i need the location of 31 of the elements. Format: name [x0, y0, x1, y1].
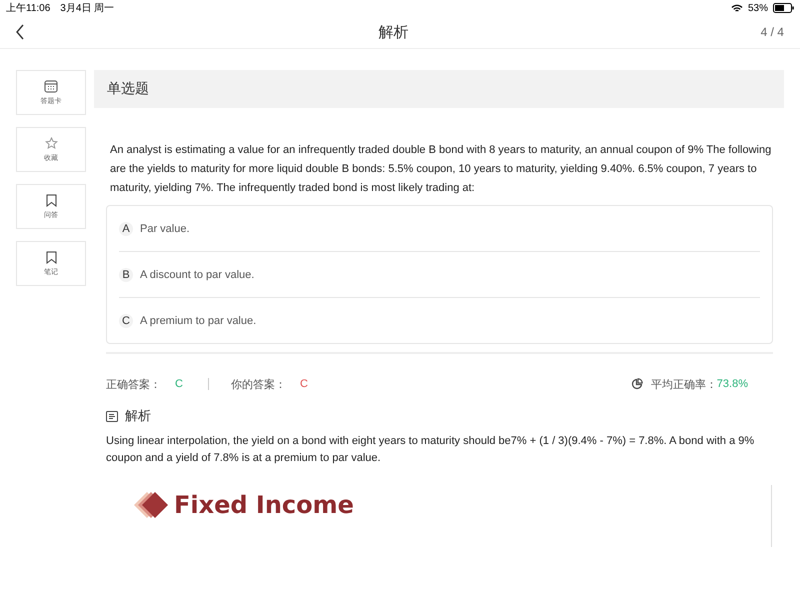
- calendar-icon: [44, 80, 58, 92]
- your-answer: C: [300, 378, 308, 390]
- question-type-bar: 单选题: [94, 70, 784, 108]
- document-icon: [106, 410, 118, 422]
- average-accuracy-label: 平均正确率：: [650, 378, 717, 392]
- option-letter: B: [119, 268, 133, 282]
- question-counter: 4 / 4: [760, 25, 784, 39]
- option-text: A premium to par value.: [140, 314, 256, 326]
- analysis-text: Using linear interpolation, the yield on a bond with eight years to maturity should be7% + (1 / 3)(9.4% - 7%) = 7.8%. A bond with a 9% coupon and a yield of 7.8% is at a premium to par value.: [106, 434, 756, 466]
- battery-icon: [773, 3, 794, 13]
- bookmark-icon: [46, 250, 56, 264]
- bookmark-icon: [46, 194, 56, 206]
- average-accuracy: 73.8%: [716, 378, 748, 390]
- wifi-icon: [730, 4, 743, 12]
- battery-percent: 53%: [748, 2, 768, 14]
- your-answer-label: 你的答案：: [230, 378, 286, 392]
- option-letter: A: [119, 222, 133, 236]
- back-icon[interactable]: [14, 23, 26, 41]
- correct-answer-label: 正确答案：: [106, 378, 161, 392]
- question-text: An analyst is estimating a value for an infrequently traded double B bond with 8 years to maturity, an annual coupon of 9% The following are the yields to maturity for more liquid double B bonds: 5.5% coupon, 10 years to maturity, yielding 9.40%. 6.5% coupon, 7 years to maturity, yielding 7%. The infrequently traded bond is most likely trading at:: [110, 143, 772, 196]
- pie-chart-icon: [630, 378, 643, 390]
- correct-answer: C: [175, 378, 183, 390]
- status-date: 3月4日 周一: [60, 2, 114, 15]
- star-icon: [44, 136, 58, 150]
- status-time: 上午11:06: [6, 2, 50, 15]
- option-text: A discount to par value.: [140, 268, 254, 280]
- logo-text: Fixed Income: [174, 491, 354, 519]
- option-text: Par value.: [140, 222, 190, 234]
- analysis-title: 解析: [125, 407, 151, 425]
- option-letter: C: [119, 314, 133, 328]
- page-title: 解析: [378, 22, 408, 42]
